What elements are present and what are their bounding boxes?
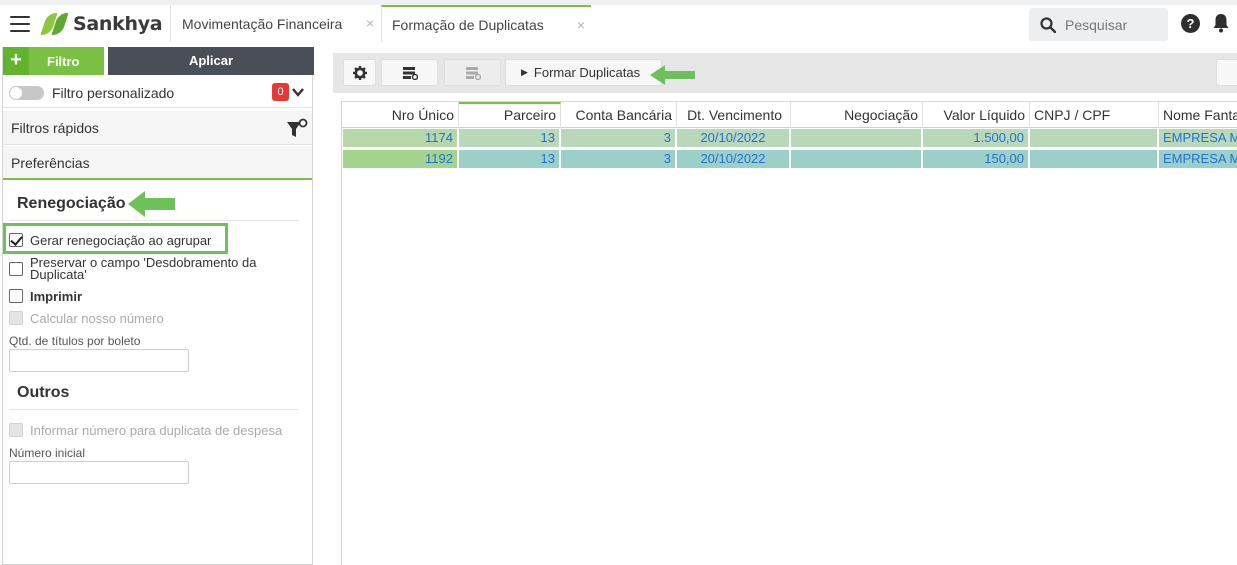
search-placeholder: Pesquisar (1065, 16, 1128, 33)
annotation-arrow-icon (650, 65, 695, 85)
divider (9, 220, 299, 221)
table-cell[interactable]: 20/10/2022 (677, 129, 791, 147)
informar-numero-checkbox (9, 423, 23, 437)
table-cell[interactable]: 1.500,00 (923, 129, 1030, 147)
printer-settings-icon (465, 66, 481, 80)
disabled-export-button (444, 59, 501, 86)
preservar-desdobramento-checkbox[interactable] (9, 262, 23, 276)
table-cell[interactable]: 1192 (343, 150, 459, 168)
table-cell[interactable] (1030, 150, 1159, 168)
table-cell[interactable]: 3 (561, 150, 677, 168)
preferencias-label: Preferências (11, 155, 90, 171)
search-input[interactable]: Pesquisar (1029, 8, 1168, 41)
imprimir-checkbox[interactable] (9, 289, 23, 303)
logo-text: Sankhya (73, 13, 163, 35)
chevron-down-icon[interactable] (291, 85, 305, 99)
annotation-arrow-icon (128, 191, 175, 217)
bell-icon[interactable] (1212, 13, 1230, 33)
duplicatas-grid: Nro Único Parceiro Conta Bancária Dt. Ve… (341, 101, 1237, 565)
gear-icon (352, 65, 367, 80)
export-button[interactable] (381, 59, 438, 86)
table-cell[interactable] (791, 129, 923, 147)
table-row[interactable]: 1192 13 3 20/10/2022 150,00 EMPRESA M (342, 150, 1237, 169)
preferencias-section[interactable]: Preferências (3, 146, 312, 180)
plus-icon: + (3, 47, 29, 75)
filter-panel: + Filtro Aplicar Filtro personalizado 0 … (2, 47, 314, 565)
table-cell[interactable]: 13 (459, 129, 561, 147)
table-cell[interactable] (791, 150, 923, 168)
column-header[interactable]: Conta Bancária (561, 102, 677, 128)
column-header[interactable]: Valor Líquido (923, 102, 1030, 128)
aplicar-button[interactable]: Aplicar (108, 47, 314, 75)
gerar-renegociacao-option[interactable]: Gerar renegociação ao agrupar (9, 233, 211, 248)
formar-duplicatas-label: Formar Duplicatas (533, 65, 641, 80)
search-icon (1040, 16, 1056, 33)
toolbar-overflow-button[interactable] (1216, 59, 1237, 86)
table-cell[interactable]: 1174 (343, 129, 459, 147)
column-header[interactable]: CNPJ / CPF (1030, 102, 1159, 128)
filtros-rapidos-section[interactable]: Filtros rápidos (3, 111, 312, 145)
option-label: Preservar o campo 'Desdobramento da Dupl… (30, 255, 257, 282)
filtros-rapidos-label: Filtros rápidos (11, 120, 99, 136)
close-icon[interactable]: × (366, 15, 374, 31)
filter-count-badge: 0 (272, 83, 289, 101)
tab-movimentacao-financeira[interactable]: Movimentação Financeira × (170, 5, 380, 42)
menu-icon[interactable] (10, 16, 30, 32)
printer-settings-icon (402, 66, 418, 80)
divider (9, 409, 299, 410)
option-label: Imprimir (30, 289, 83, 304)
gerar-renegociacao-checkbox[interactable] (9, 233, 23, 247)
calcular-nosso-numero-checkbox (9, 311, 23, 325)
numero-inicial-label: Número inicial (9, 446, 86, 460)
close-icon[interactable]: × (577, 17, 585, 33)
tab-formacao-de-duplicatas[interactable]: Formação de Duplicatas × (381, 5, 591, 42)
settings-button[interactable] (343, 59, 376, 86)
filtro-personalizado-label: Filtro personalizado (52, 85, 175, 101)
grid-toolbar: ▶ Formar Duplicatas (333, 53, 1237, 93)
filtro-personalizado-row: Filtro personalizado 0 (3, 78, 312, 108)
table-row[interactable]: 1174 13 3 20/10/2022 1.500,00 EMPRESA M (342, 129, 1237, 148)
formar-duplicatas-button[interactable]: ▶ Formar Duplicatas (505, 59, 662, 86)
table-cell[interactable] (1030, 129, 1159, 147)
table-cell[interactable]: EMPRESA M (1159, 129, 1237, 147)
renegociacao-heading: Renegociação (17, 195, 126, 212)
option-label: Calcular nosso número (30, 311, 164, 326)
numero-inicial-field[interactable] (9, 461, 189, 484)
filtro-personalizado-toggle[interactable] (9, 86, 44, 100)
funnel-settings-icon[interactable] (286, 118, 308, 140)
tab-label: Movimentação Financeira (182, 15, 343, 32)
table-cell[interactable]: 3 (561, 129, 677, 147)
column-header[interactable]: Nro Único (342, 102, 459, 128)
tab-label: Formação de Duplicatas (392, 16, 544, 33)
top-bar: Sankhya Movimentação Financeira × Formaç… (0, 0, 1237, 47)
sankhya-logo-icon (40, 12, 69, 36)
column-header[interactable]: Parceiro (459, 102, 561, 128)
outros-heading: Outros (17, 384, 70, 401)
play-icon: ▶ (521, 67, 528, 77)
table-cell[interactable]: 150,00 (923, 150, 1030, 168)
preservar-desdobramento-option[interactable]: Preservar o campo 'Desdobramento da Dupl… (9, 255, 279, 282)
informar-numero-option: Informar número para duplicata de despes… (9, 423, 282, 438)
option-label: Informar número para duplicata de despes… (30, 423, 283, 438)
column-header[interactable]: Dt. Vencimento (677, 102, 791, 128)
calcular-nosso-numero-option: Calcular nosso número (9, 311, 164, 326)
table-cell[interactable]: 20/10/2022 (677, 150, 791, 168)
grid-header: Nro Único Parceiro Conta Bancária Dt. Ve… (342, 101, 1237, 128)
filtro-button[interactable]: + Filtro (3, 47, 104, 75)
column-header[interactable]: Negociação (791, 102, 923, 128)
imprimir-option[interactable]: Imprimir (9, 289, 82, 304)
filtro-label: Filtro (47, 54, 80, 69)
logo: Sankhya (40, 11, 163, 37)
table-cell[interactable]: 13 (459, 150, 561, 168)
help-icon[interactable]: ? (1181, 14, 1200, 33)
table-cell[interactable]: EMPRESA M (1159, 150, 1237, 168)
option-label: Gerar renegociação ao agrupar (30, 233, 212, 248)
column-header[interactable]: Nome Fanta (1159, 102, 1237, 128)
qtd-titulos-field[interactable] (9, 349, 189, 372)
qtd-titulos-label: Qtd. de títulos por boleto (9, 334, 141, 348)
